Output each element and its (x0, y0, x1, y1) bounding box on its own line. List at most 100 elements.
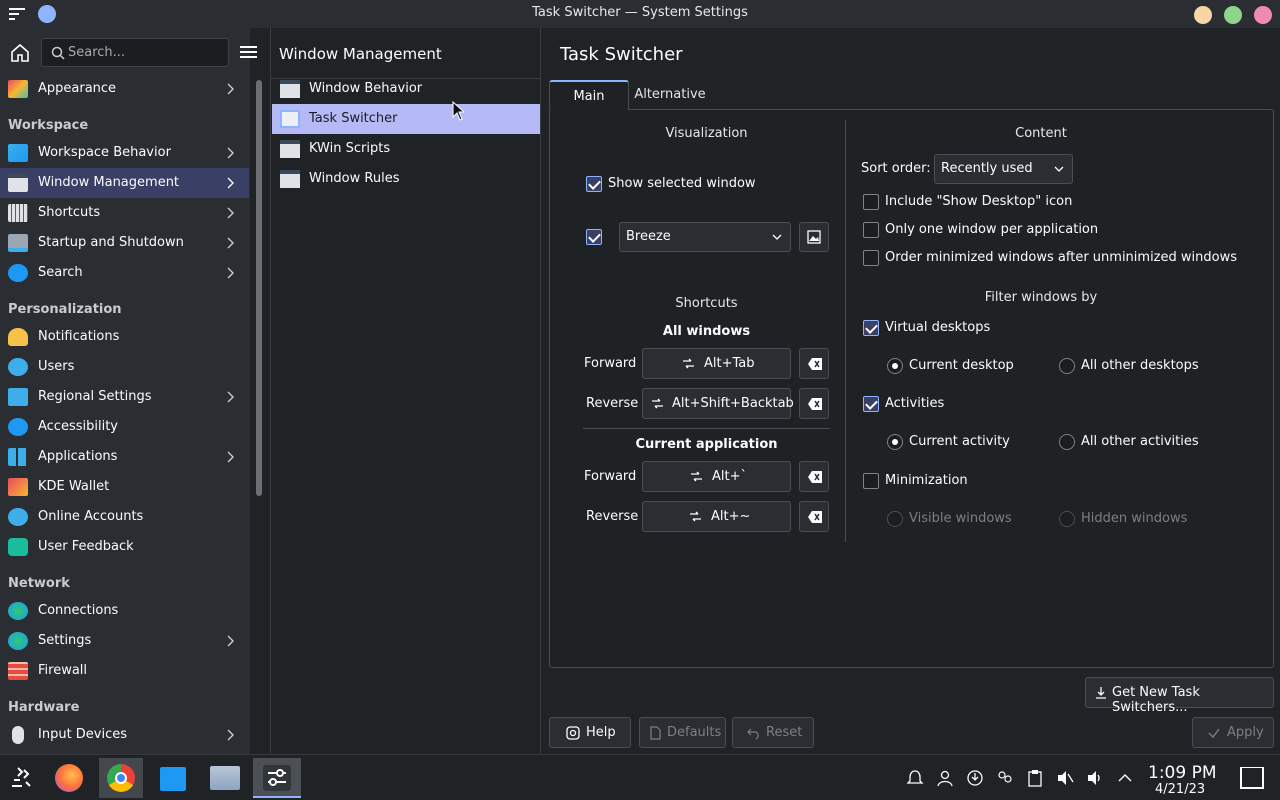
app-forward-shortcut-button[interactable]: Alt+` (642, 461, 791, 492)
clock-time[interactable]: 1:09 PM (1148, 763, 1217, 783)
application-launcher-icon[interactable] (10, 766, 34, 790)
chevron-right-icon (227, 451, 234, 463)
theme-combobox[interactable]: Breeze (619, 222, 791, 252)
sidebar-item-user-feedback[interactable]: User Feedback (0, 532, 249, 562)
files-taskbar-icon[interactable] (203, 758, 247, 798)
sidebar-item-kde-wallet[interactable]: KDE Wallet (0, 472, 249, 502)
all-forward-shortcut-button[interactable]: Alt+Tab (642, 348, 791, 379)
volume-icon[interactable] (1086, 769, 1104, 787)
maximize-button[interactable] (1224, 6, 1242, 24)
theme-preview-button[interactable] (799, 222, 829, 252)
visualization-enable-checkbox[interactable] (586, 229, 602, 245)
subcategory-item-window-rules[interactable]: Window Rules (272, 164, 541, 194)
subcategory-item-kwin-scripts[interactable]: KWin Scripts (272, 134, 541, 164)
sidebar-item-workspace-behavior[interactable]: Workspace Behavior (0, 138, 249, 168)
visible-windows-label: Visible windows (909, 511, 1012, 526)
minimize-button[interactable] (1194, 6, 1212, 24)
sidebar-item-input-devices[interactable]: Input Devices (0, 720, 249, 750)
subcategory-item-label: KWin Scripts (309, 141, 391, 156)
tab-alternative[interactable]: Alternative (629, 80, 711, 110)
order-minimized-checkbox[interactable] (863, 250, 879, 266)
search-input[interactable]: Search... (41, 38, 229, 67)
update-icon[interactable] (966, 769, 984, 787)
defaults-button[interactable]: Defaults (639, 717, 726, 748)
sidebar-item-startup-shutdown[interactable]: Startup and Shutdown (0, 228, 249, 258)
current-application-heading: Current application (635, 437, 778, 452)
sidebar-item-firewall[interactable]: Firewall (0, 656, 249, 686)
chevron-down-icon (1054, 166, 1064, 172)
clear-all-forward-button[interactable] (799, 348, 829, 379)
chevron-right-icon (227, 391, 234, 403)
sort-order-combobox[interactable]: Recently used (934, 154, 1073, 184)
clear-all-reverse-button[interactable] (799, 388, 829, 419)
mouse-cursor-icon (452, 101, 464, 121)
show-selected-window-checkbox[interactable] (586, 176, 602, 192)
sidebar-item-network-settings[interactable]: Settings (0, 626, 249, 656)
sidebar-item-appearance[interactable]: Appearance (0, 74, 249, 104)
all-reverse-shortcut-button[interactable]: Alt+Shift+Backtab (642, 388, 794, 419)
sidebar-item-online-accounts[interactable]: Online Accounts (0, 502, 249, 532)
all-other-desktops-label: All other desktops (1081, 358, 1199, 373)
discover-taskbar-icon[interactable] (151, 758, 195, 798)
sidebar-item-label: Appearance (38, 81, 117, 96)
clock-date[interactable]: 4/21/23 (1155, 782, 1205, 797)
subcategory-panel: Window Management Window Behavior Task S… (270, 28, 541, 754)
all-windows-heading: All windows (662, 324, 751, 339)
reset-button[interactable]: Reset (732, 717, 814, 748)
tab-main[interactable]: Main (549, 80, 629, 110)
chevron-up-icon[interactable] (1116, 769, 1134, 787)
hamburger-menu-icon[interactable] (240, 45, 257, 59)
app-reverse-shortcut-button[interactable]: Alt+~ (642, 501, 791, 532)
subcategory-title: Window Management (279, 45, 442, 63)
sidebar-item-accessibility[interactable]: Accessibility (0, 412, 249, 442)
sidebar-scrollbar[interactable] (256, 80, 262, 496)
current-activity-radio[interactable] (887, 434, 903, 450)
activities-label: Activities (885, 396, 945, 411)
clipboard-icon[interactable] (1026, 769, 1044, 787)
user-icon[interactable] (936, 769, 954, 787)
help-button[interactable]: Help (549, 717, 631, 748)
sidebar-item-label: Connections (38, 603, 119, 618)
include-show-desktop-checkbox[interactable] (863, 194, 879, 210)
wallet-icon (8, 478, 28, 496)
sidebar-item-shortcuts[interactable]: Shortcuts (0, 198, 249, 228)
get-new-task-switchers-button[interactable]: Get New Task Switchers... (1085, 677, 1274, 715)
all-other-desktops-radio[interactable] (1059, 358, 1075, 374)
all-other-activities-radio[interactable] (1059, 434, 1075, 450)
audio-muted-icon[interactable] (1056, 769, 1074, 787)
close-button[interactable] (1254, 6, 1272, 24)
subcategory-item-task-switcher[interactable]: Task Switcher (272, 104, 541, 134)
sidebar-item-notifications[interactable]: Notifications (0, 322, 249, 352)
visible-windows-radio[interactable] (887, 511, 903, 527)
sidebar-item-connections[interactable]: Connections (0, 596, 249, 626)
minimization-checkbox[interactable] (863, 473, 879, 489)
virtual-desktops-checkbox[interactable] (863, 320, 879, 336)
apply-button[interactable]: Apply (1192, 717, 1274, 748)
home-icon[interactable] (9, 42, 31, 64)
backspace-icon (808, 471, 822, 483)
subcategory-item-window-behavior[interactable]: Window Behavior (272, 74, 541, 104)
sidebar-item-window-management[interactable]: Window Management (0, 168, 249, 198)
chrome-taskbar-icon[interactable] (99, 758, 143, 798)
search-icon (8, 264, 28, 282)
one-window-per-app-checkbox[interactable] (863, 222, 879, 238)
firewall-icon (8, 662, 28, 680)
activities-checkbox[interactable] (863, 396, 879, 412)
sidebar-item-label: Applications (38, 449, 118, 464)
show-desktop-button[interactable] (1240, 767, 1264, 789)
users-tray-icon[interactable] (996, 769, 1014, 787)
clear-app-reverse-button[interactable] (799, 501, 829, 532)
sidebar-item-applications[interactable]: Applications (0, 442, 249, 472)
sidebar-item-label: Online Accounts (38, 509, 144, 524)
sidebar-item-users[interactable]: Users (0, 352, 249, 382)
current-desktop-radio[interactable] (887, 358, 903, 374)
sidebar-item-label: Users (38, 359, 75, 374)
system-settings-taskbar-icon[interactable] (253, 758, 301, 798)
notification-bell-icon[interactable] (906, 769, 924, 787)
firefox-taskbar-icon[interactable] (47, 758, 91, 798)
hidden-windows-radio[interactable] (1059, 511, 1075, 527)
visualization-title: Visualization (665, 126, 748, 141)
sidebar-item-search[interactable]: Search (0, 258, 249, 288)
sidebar-item-regional-settings[interactable]: Regional Settings (0, 382, 249, 412)
clear-app-forward-button[interactable] (799, 461, 829, 492)
